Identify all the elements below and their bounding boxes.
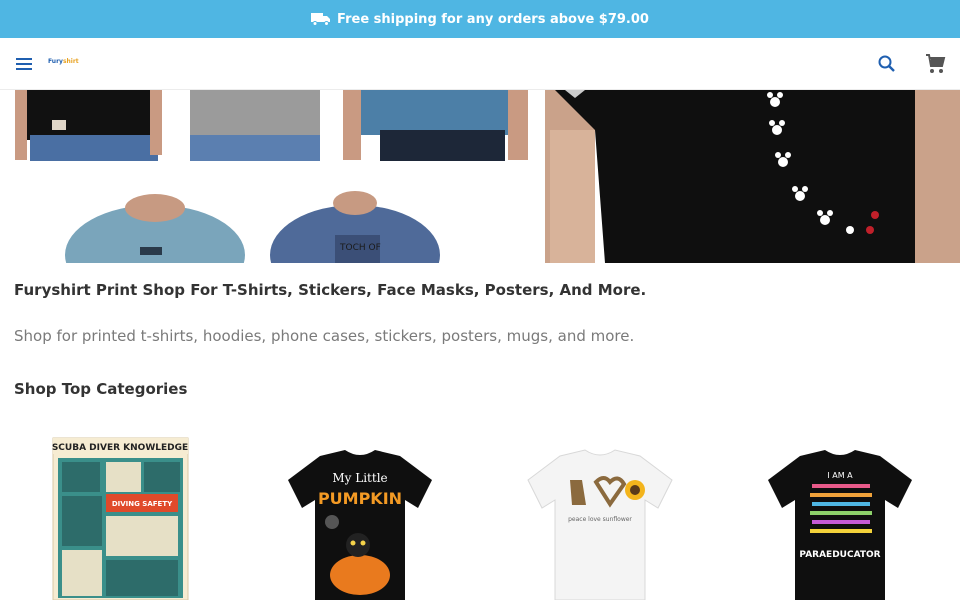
scuba-diver-knowledge-poster: SCUBA DIVER KNOWLEDGE DIVING SAFETY	[52, 437, 189, 600]
my-little-pumpkin-black-tshirt: My Little PUMPKIN	[288, 450, 432, 600]
hero-banner[interactable]: TOCH OF	[0, 90, 960, 263]
promo-text: Free shipping for any orders above $79.0…	[337, 11, 649, 27]
cart-icon[interactable]	[923, 52, 947, 76]
category-card-pumpkin-tshirt[interactable]: My Little PUMPKIN	[260, 430, 460, 600]
logo-text-b: shirt	[62, 58, 79, 65]
hamburger-menu-icon[interactable]	[14, 54, 36, 74]
tshirt-text-line1: peace love sunflower	[568, 516, 632, 523]
tshirt-text-line1: My Little	[332, 471, 387, 485]
promo-bar: Free shipping for any orders above $79.0…	[0, 0, 960, 38]
poster-subtitle: DIVING SAFETY	[112, 500, 173, 508]
black-t-shirt-closeup	[545, 90, 960, 263]
category-card-scuba-poster[interactable]: SCUBA DIVER KNOWLEDGE DIVING SAFETY	[20, 430, 220, 600]
men-in-t-shirts-collage: TOCH OF	[0, 90, 545, 263]
category-card-paraeducator-tshirt[interactable]: I AM A PARAEDUCATOR	[740, 430, 940, 600]
paraeducator-black-tshirt: I AM A PARAEDUCATOR	[768, 450, 912, 600]
page-subtitle: Shop for printed t-shirts, hoodies, phon…	[14, 327, 635, 345]
site-header: Furyshirt	[0, 38, 960, 90]
search-icon[interactable]	[876, 53, 898, 75]
tshirt-text-line2: PUMPKIN	[318, 489, 402, 508]
truck-icon	[311, 13, 331, 26]
tshirt-text-line2: PARAEDUCATOR	[799, 550, 880, 560]
poster-title: SCUBA DIVER KNOWLEDGE	[52, 443, 188, 453]
category-card-sunflower-tshirt[interactable]: peace love sunflower	[500, 430, 700, 600]
svg-text:TOCH OF: TOCH OF	[339, 243, 381, 253]
site-logo[interactable]: Furyshirt	[48, 58, 79, 65]
logo-text-a: Fury	[48, 58, 63, 65]
tshirt-text-line1: I AM A	[827, 471, 853, 480]
peace-love-sunflower-white-tshirt: peace love sunflower	[527, 449, 673, 600]
section-title-top-categories: Shop Top Categories	[14, 380, 188, 398]
page-headline: Furyshirt Print Shop For T-Shirts, Stick…	[14, 281, 647, 299]
